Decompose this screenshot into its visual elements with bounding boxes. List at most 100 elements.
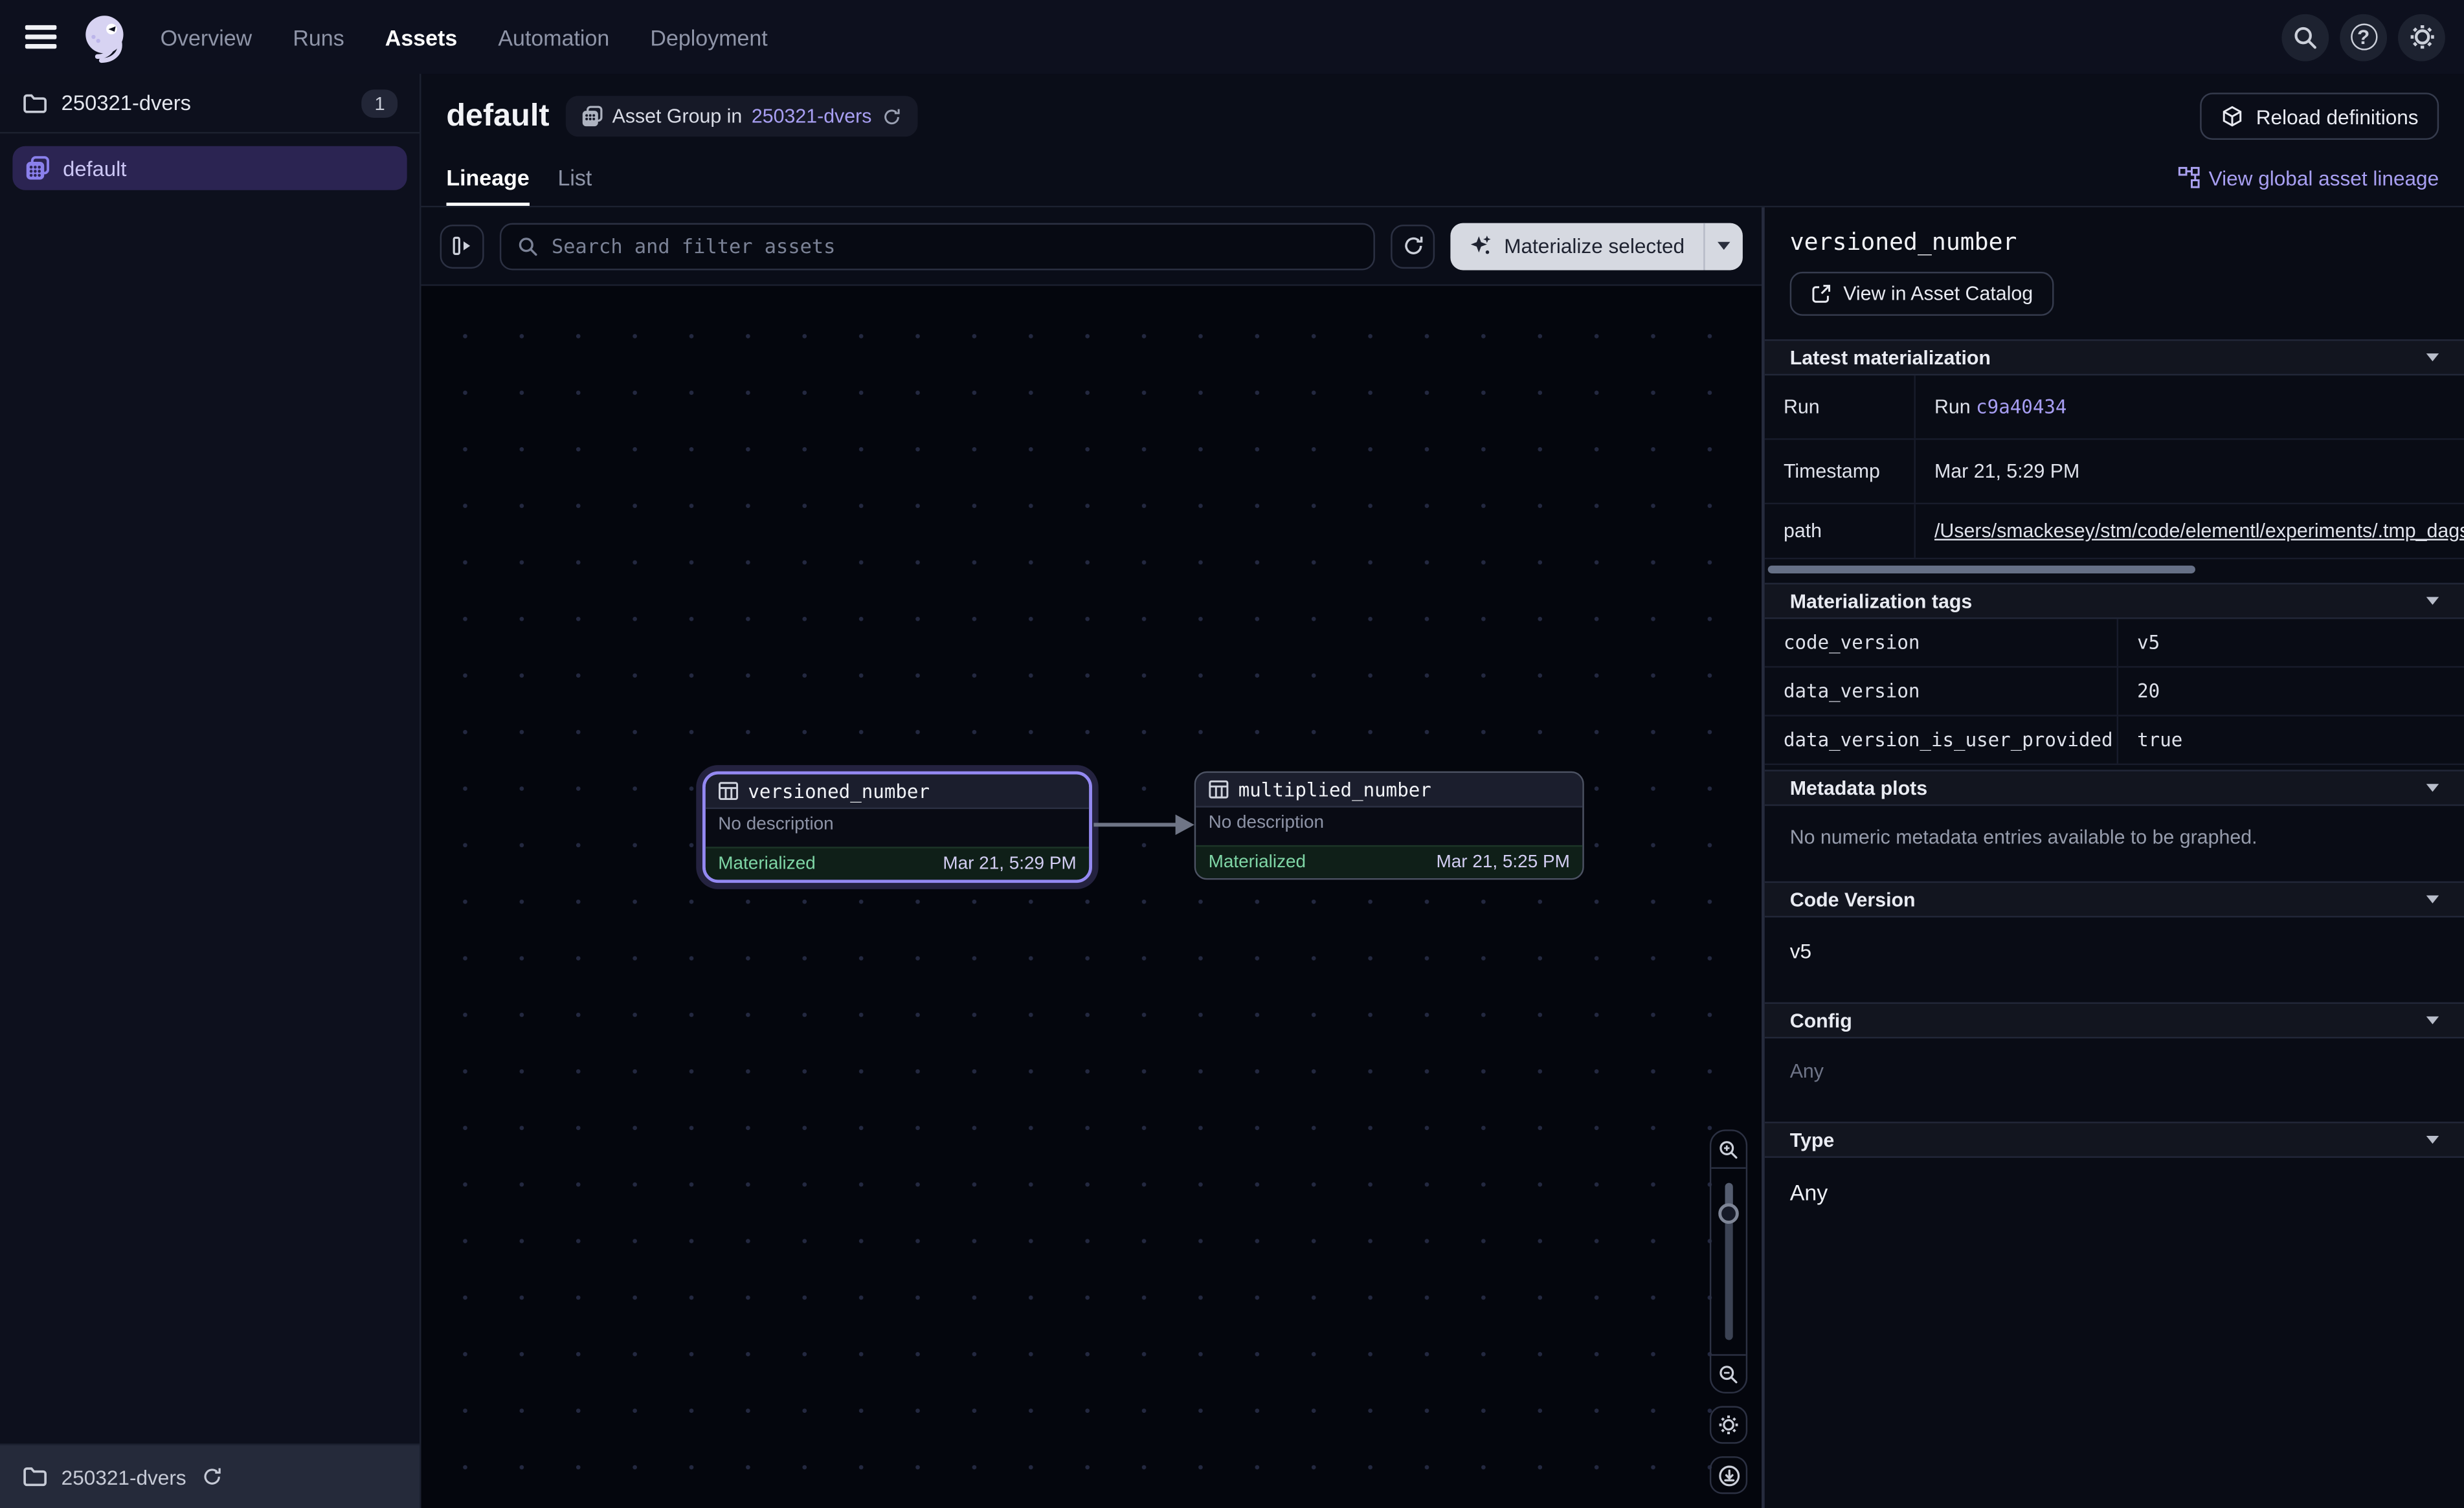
page-header: default Asset Group in 250321-dvers Relo…	[421, 74, 2464, 150]
lineage-edge-arrow	[1091, 808, 1198, 842]
nav-runs[interactable]: Runs	[293, 25, 344, 50]
search-button[interactable]	[2281, 14, 2329, 61]
chip-repo-link[interactable]: 250321-dvers	[752, 105, 872, 128]
zoom-slider-knob[interactable]	[1718, 1203, 1739, 1224]
code-location-name: 250321-dvers	[62, 1465, 186, 1488]
row-value: Run c9a40434	[1916, 375, 2464, 438]
section-metadata-plots[interactable]: Metadata plots	[1765, 770, 2464, 806]
chevron-down-icon	[1718, 242, 1730, 250]
zoom-out-icon	[1718, 1363, 1740, 1385]
chevron-down-icon[interactable]	[2426, 896, 2439, 904]
zoom-controls	[1710, 1129, 1747, 1494]
metadata-plots-empty-text: No numeric metadata entries available to…	[1765, 806, 2464, 876]
nav-assets[interactable]: Assets	[385, 25, 457, 50]
materialize-label: Materialize selected	[1504, 234, 1685, 258]
tag-value: 20	[2118, 668, 2464, 715]
asset-count-badge: 1	[362, 89, 398, 117]
section-latest-materialization[interactable]: Latest materialization	[1765, 339, 2464, 375]
reload-definitions-button[interactable]: Reload definitions	[2199, 93, 2439, 140]
settings-button[interactable]	[2398, 14, 2445, 61]
table-row: data_version_is_user_provided true	[1765, 716, 2464, 765]
dagster-app: Overview Runs Assets Automation Deployme…	[0, 0, 2464, 1508]
asset-node-description: No description	[1196, 808, 1582, 845]
search-input[interactable]	[552, 234, 1358, 258]
zoom-in-button[interactable]	[1711, 1131, 1745, 1169]
materialize-button[interactable]: Materialize selected	[1451, 222, 1704, 269]
asset-node-multiplied-number[interactable]: multiplied_number No description Materia…	[1194, 771, 1584, 880]
zoom-slider	[1711, 1169, 1745, 1354]
dagster-logo[interactable]	[78, 10, 132, 64]
materialize-dropdown-button[interactable]	[1705, 222, 1743, 269]
nav-automation[interactable]: Automation	[498, 25, 609, 50]
help-icon: ?	[2350, 23, 2377, 50]
asset-node-footer: Materialized Mar 21, 5:29 PM	[706, 847, 1089, 880]
section-title: Materialization tags	[1790, 590, 1973, 612]
chevron-down-icon[interactable]	[2426, 784, 2439, 792]
nav-deployment[interactable]: Deployment	[650, 25, 767, 50]
section-config[interactable]: Config	[1765, 1003, 2464, 1039]
sidebar-repo-row[interactable]: 250321-dvers 1	[0, 74, 420, 133]
table-icon	[1209, 779, 1229, 800]
section-materialization-tags[interactable]: Materialization tags	[1765, 583, 2464, 619]
sidebar-spacer	[0, 203, 420, 1444]
help-button[interactable]: ?	[2340, 14, 2387, 61]
code-location-footer[interactable]: 250321-dvers	[0, 1444, 420, 1508]
asset-node-versioned-number[interactable]: versioned_number No description Material…	[702, 771, 1092, 883]
materialize-split-button: Materialize selected	[1451, 222, 1743, 269]
global-lineage-link[interactable]: View global asset lineage	[2177, 166, 2439, 189]
section-type[interactable]: Type	[1765, 1122, 2464, 1158]
download-image-button[interactable]	[1710, 1456, 1747, 1494]
path-link[interactable]: /Users/smackesey/stm/code/elementl/exper…	[1934, 520, 2464, 542]
chevron-down-icon[interactable]	[2426, 353, 2439, 361]
materialized-time: Mar 21, 5:25 PM	[1437, 853, 1570, 872]
section-title: Config	[1790, 1010, 1852, 1032]
section-title: Metadata plots	[1790, 777, 1927, 799]
tab-lineage[interactable]: Lineage	[446, 150, 529, 206]
asset-node-footer: Materialized Mar 21, 5:25 PM	[1196, 845, 1582, 878]
section-title: Type	[1790, 1129, 1835, 1151]
refresh-graph-button[interactable]	[1391, 224, 1435, 268]
lineage-canvas[interactable]: versioned_number No description Material…	[421, 286, 1762, 1508]
chip-text: Asset Group in	[612, 105, 743, 128]
download-icon	[1717, 1463, 1740, 1487]
tag-value: v5	[2118, 619, 2464, 666]
tabs-row: Lineage List View global asset lineage	[421, 150, 2464, 208]
asset-node-header: multiplied_number	[1196, 773, 1582, 807]
sidebar-item-default[interactable]: default	[12, 146, 407, 190]
toggle-sidebar-button[interactable]	[440, 224, 484, 268]
table-row: code_version v5	[1765, 619, 2464, 667]
nav-overview[interactable]: Overview	[161, 25, 252, 50]
asset-group-icon	[25, 155, 50, 181]
tab-list[interactable]: List	[557, 150, 592, 206]
menu-icon[interactable]	[25, 25, 57, 48]
refresh-icon	[1401, 234, 1424, 258]
run-id-link[interactable]: c9a40434	[1976, 396, 2066, 418]
section-code-version[interactable]: Code Version	[1765, 882, 2464, 918]
graph-settings-button[interactable]	[1710, 1406, 1747, 1443]
external-link-icon	[1810, 283, 1832, 305]
run-prefix: Run	[1934, 396, 1971, 418]
zoom-out-button[interactable]	[1711, 1354, 1745, 1392]
table-row: path /Users/smackesey/stm/code/elementl/…	[1765, 504, 2464, 559]
config-value: Any	[1765, 1038, 2464, 1116]
tag-value: true	[2118, 716, 2464, 764]
section-title: Code Version	[1790, 889, 1916, 911]
view-in-asset-catalog-button[interactable]: View in Asset Catalog	[1790, 272, 2054, 316]
row-key: Timestamp	[1765, 440, 1916, 503]
chevron-down-icon[interactable]	[2426, 1016, 2439, 1024]
asset-search-box	[500, 222, 1375, 269]
reload-icon[interactable]	[881, 106, 902, 127]
chevron-down-icon[interactable]	[2426, 1136, 2439, 1144]
main-nav: Overview Runs Assets Automation Deployme…	[161, 25, 768, 50]
table-row: Timestamp Mar 21, 5:29 PM	[1765, 440, 2464, 505]
horizontal-scrollbar[interactable]	[1768, 566, 2195, 573]
asset-group-icon	[581, 105, 603, 128]
lineage-canvas-section: Materialize selected versioned_number	[421, 207, 1765, 1508]
reload-definitions-label: Reload definitions	[2256, 104, 2419, 128]
repo-name: 250321-dvers	[62, 91, 191, 115]
folder-icon	[22, 91, 47, 116]
gear-icon	[2408, 23, 2435, 50]
chevron-down-icon[interactable]	[2426, 597, 2439, 604]
row-key: Run	[1765, 375, 1916, 438]
code-version-value: v5	[1765, 918, 2464, 998]
